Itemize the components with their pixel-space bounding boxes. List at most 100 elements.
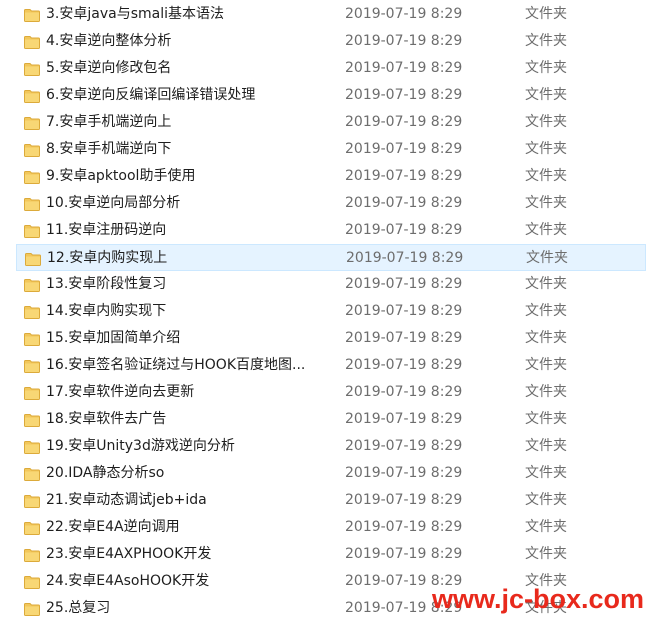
file-name: 23.安卓E4AXPHOOK开发 bbox=[46, 546, 212, 562]
file-name: 22.安卓E4A逆向调用 bbox=[46, 519, 180, 535]
file-name: 14.安卓内购实现下 bbox=[46, 303, 167, 319]
folder-icon bbox=[24, 304, 40, 319]
file-type: 文件夹 bbox=[525, 276, 567, 292]
file-type: 文件夹 bbox=[525, 546, 567, 562]
file-date: 2019-07-19 8:29 bbox=[345, 195, 463, 211]
file-name: 9.安卓apktool助手使用 bbox=[46, 168, 196, 184]
file-date: 2019-07-19 8:29 bbox=[345, 465, 463, 481]
file-row[interactable]: 13.安卓阶段性复习 2019-07-19 8:29 文件夹 bbox=[16, 271, 646, 298]
folder-icon bbox=[24, 142, 40, 157]
file-date: 2019-07-19 8:29 bbox=[345, 384, 463, 400]
file-date: 2019-07-19 8:29 bbox=[345, 222, 463, 238]
file-name: 15.安卓加固简单介绍 bbox=[46, 330, 181, 346]
file-name: 13.安卓阶段性复习 bbox=[46, 276, 167, 292]
file-row[interactable]: 22.安卓E4A逆向调用 2019-07-19 8:29 文件夹 bbox=[16, 514, 646, 541]
file-name: 17.安卓软件逆向去更新 bbox=[46, 384, 195, 400]
watermark: www.jc-box.com bbox=[432, 584, 645, 614]
file-type: 文件夹 bbox=[525, 168, 567, 184]
file-date: 2019-07-19 8:29 bbox=[345, 6, 463, 22]
folder-icon bbox=[25, 251, 41, 266]
file-date: 2019-07-19 8:29 bbox=[345, 33, 463, 49]
file-row[interactable]: 14.安卓内购实现下 2019-07-19 8:29 文件夹 bbox=[16, 298, 646, 325]
file-row[interactable]: 17.安卓软件逆向去更新 2019-07-19 8:29 文件夹 bbox=[16, 379, 646, 406]
file-row[interactable]: 8.安卓手机端逆向下 2019-07-19 8:29 文件夹 bbox=[16, 136, 646, 163]
file-name: 19.安卓Unity3d游戏逆向分析 bbox=[46, 438, 235, 454]
folder-icon bbox=[24, 331, 40, 346]
file-date: 2019-07-19 8:29 bbox=[345, 438, 463, 454]
folder-icon bbox=[24, 61, 40, 76]
folder-icon bbox=[24, 547, 40, 562]
file-name: 12.安卓内购实现上 bbox=[47, 250, 168, 266]
file-type: 文件夹 bbox=[525, 222, 567, 238]
folder-icon bbox=[24, 574, 40, 589]
file-name: 11.安卓注册码逆向 bbox=[46, 222, 167, 238]
file-name: 5.安卓逆向修改包名 bbox=[46, 60, 172, 76]
folder-icon bbox=[24, 358, 40, 373]
file-name: 16.安卓签名验证绕过与HOOK百度地图... bbox=[46, 357, 306, 373]
file-date: 2019-07-19 8:29 bbox=[346, 250, 464, 266]
file-type: 文件夹 bbox=[525, 87, 567, 103]
file-date: 2019-07-19 8:29 bbox=[345, 168, 463, 184]
file-date: 2019-07-19 8:29 bbox=[345, 492, 463, 508]
folder-icon bbox=[24, 115, 40, 130]
file-date: 2019-07-19 8:29 bbox=[345, 303, 463, 319]
file-name: 24.安卓E4AsoHOOK开发 bbox=[46, 573, 210, 589]
file-row[interactable]: 15.安卓加固简单介绍 2019-07-19 8:29 文件夹 bbox=[16, 325, 646, 352]
file-type: 文件夹 bbox=[525, 195, 567, 211]
file-row[interactable]: 4.安卓逆向整体分析 2019-07-19 8:29 文件夹 bbox=[16, 28, 646, 55]
file-date: 2019-07-19 8:29 bbox=[345, 357, 463, 373]
file-date: 2019-07-19 8:29 bbox=[345, 519, 463, 535]
file-date: 2019-07-19 8:29 bbox=[345, 546, 463, 562]
file-row[interactable]: 12.安卓内购实现上 2019-07-19 8:29 文件夹 bbox=[16, 244, 646, 271]
file-date: 2019-07-19 8:29 bbox=[345, 411, 463, 427]
file-row[interactable]: 23.安卓E4AXPHOOK开发 2019-07-19 8:29 文件夹 bbox=[16, 541, 646, 568]
file-date: 2019-07-19 8:29 bbox=[345, 114, 463, 130]
file-row[interactable]: 18.安卓软件去广告 2019-07-19 8:29 文件夹 bbox=[16, 406, 646, 433]
file-row[interactable]: 9.安卓apktool助手使用 2019-07-19 8:29 文件夹 bbox=[16, 163, 646, 190]
file-row[interactable]: 20.IDA静态分析so 2019-07-19 8:29 文件夹 bbox=[16, 460, 646, 487]
folder-icon bbox=[24, 466, 40, 481]
folder-icon bbox=[24, 169, 40, 184]
file-type: 文件夹 bbox=[525, 60, 567, 76]
file-row[interactable]: 3.安卓java与smali基本语法 2019-07-19 8:29 文件夹 bbox=[16, 1, 646, 28]
file-type: 文件夹 bbox=[525, 465, 567, 481]
file-name: 10.安卓逆向局部分析 bbox=[46, 195, 181, 211]
file-date: 2019-07-19 8:29 bbox=[345, 330, 463, 346]
folder-icon bbox=[24, 7, 40, 22]
file-type: 文件夹 bbox=[525, 114, 567, 130]
file-row[interactable]: 11.安卓注册码逆向 2019-07-19 8:29 文件夹 bbox=[16, 217, 646, 244]
file-name: 18.安卓软件去广告 bbox=[46, 411, 167, 427]
file-row[interactable]: 7.安卓手机端逆向上 2019-07-19 8:29 文件夹 bbox=[16, 109, 646, 136]
file-type: 文件夹 bbox=[525, 492, 567, 508]
file-row[interactable]: 5.安卓逆向修改包名 2019-07-19 8:29 文件夹 bbox=[16, 55, 646, 82]
folder-icon bbox=[24, 601, 40, 616]
folder-icon bbox=[24, 196, 40, 211]
file-type: 文件夹 bbox=[525, 330, 567, 346]
file-row[interactable]: 10.安卓逆向局部分析 2019-07-19 8:29 文件夹 bbox=[16, 190, 646, 217]
file-type: 文件夹 bbox=[525, 6, 567, 22]
file-date: 2019-07-19 8:29 bbox=[345, 276, 463, 292]
file-date: 2019-07-19 8:29 bbox=[345, 60, 463, 76]
folder-icon bbox=[24, 34, 40, 49]
file-date: 2019-07-19 8:29 bbox=[345, 141, 463, 157]
folder-icon bbox=[24, 520, 40, 535]
file-row[interactable]: 16.安卓签名验证绕过与HOOK百度地图... 2019-07-19 8:29 文件… bbox=[16, 352, 646, 379]
file-name: 4.安卓逆向整体分析 bbox=[46, 33, 172, 49]
folder-icon bbox=[24, 277, 40, 292]
file-row[interactable]: 21.安卓动态调试jeb+ida 2019-07-19 8:29 文件夹 bbox=[16, 487, 646, 514]
folder-icon bbox=[24, 88, 40, 103]
file-list: 3.安卓java与smali基本语法 2019-07-19 8:29 文件夹 4.安卓… bbox=[0, 0, 646, 618]
folder-icon bbox=[24, 412, 40, 427]
file-type: 文件夹 bbox=[525, 33, 567, 49]
file-date: 2019-07-19 8:29 bbox=[345, 87, 463, 103]
file-row[interactable]: 6.安卓逆向反编译回编译错误处理 2019-07-19 8:29 文件夹 bbox=[16, 82, 646, 109]
folder-icon bbox=[24, 223, 40, 238]
file-type: 文件夹 bbox=[526, 250, 568, 266]
file-row[interactable]: 19.安卓Unity3d游戏逆向分析 2019-07-19 8:29 文件夹 bbox=[16, 433, 646, 460]
folder-icon bbox=[24, 493, 40, 508]
file-type: 文件夹 bbox=[525, 411, 567, 427]
file-name: 7.安卓手机端逆向上 bbox=[46, 114, 172, 130]
folder-icon bbox=[24, 439, 40, 454]
file-name: 3.安卓java与smali基本语法 bbox=[46, 6, 224, 22]
file-name: 6.安卓逆向反编译回编译错误处理 bbox=[46, 87, 256, 103]
